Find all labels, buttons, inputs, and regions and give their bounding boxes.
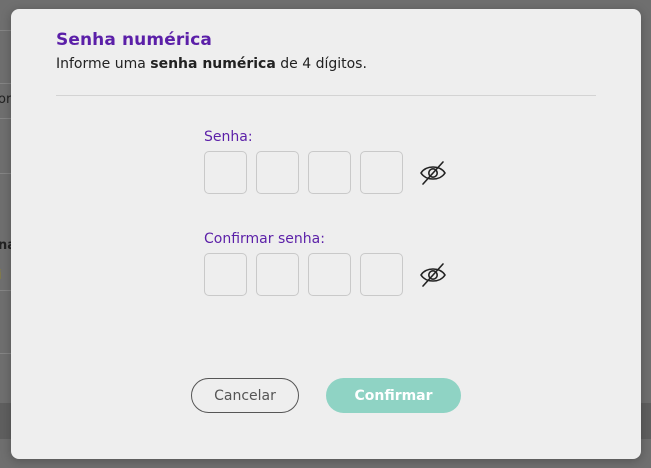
dialog-subtitle: Informe uma senha numérica de 4 dígitos. <box>56 56 367 72</box>
password-digit-3[interactable] <box>308 151 351 194</box>
subtitle-prefix: Informe uma <box>56 56 151 72</box>
header-divider <box>56 95 596 96</box>
confirm-digit-4[interactable] <box>360 253 403 296</box>
eye-slash-icon[interactable] <box>418 158 448 188</box>
background-text: i <box>0 268 2 283</box>
eye-slash-icon[interactable] <box>418 260 448 290</box>
confirm-digit-2[interactable] <box>256 253 299 296</box>
password-label: Senha: <box>204 129 253 145</box>
cancel-button[interactable]: Cancelar <box>191 378 299 413</box>
password-digit-2[interactable] <box>256 151 299 194</box>
subtitle-bold: senha numérica <box>150 56 276 72</box>
pin-dialog: Senha numérica Informe uma senha numéric… <box>11 9 641 459</box>
dialog-title: Senha numérica <box>56 30 212 50</box>
confirm-digit-3[interactable] <box>308 253 351 296</box>
password-digit-1[interactable] <box>204 151 247 194</box>
password-digit-4[interactable] <box>360 151 403 194</box>
password-pin-row <box>204 151 448 194</box>
confirm-password-pin-row <box>204 253 448 296</box>
confirm-button[interactable]: Confirmar <box>326 378 461 413</box>
background-text: or <box>0 92 12 107</box>
subtitle-suffix: de 4 dígitos. <box>275 56 367 72</box>
confirm-digit-1[interactable] <box>204 253 247 296</box>
confirm-password-label: Confirmar senha: <box>204 231 325 247</box>
